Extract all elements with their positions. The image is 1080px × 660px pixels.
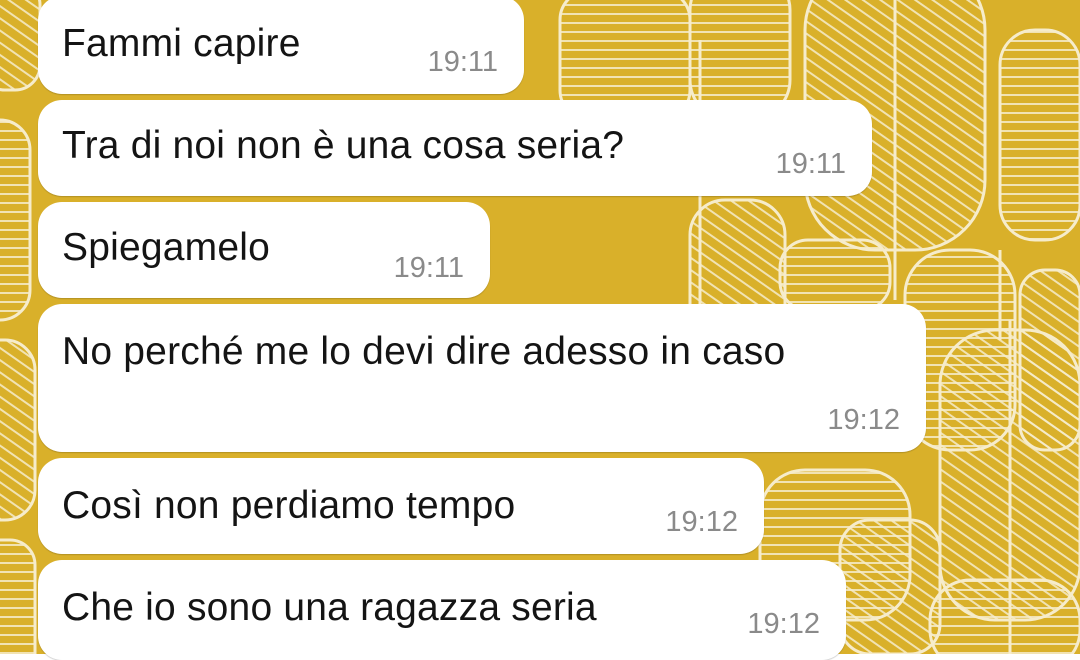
message-timestamp: 19:12: [665, 506, 738, 538]
message-text: Tra di noi non è una cosa seria?: [62, 124, 625, 167]
message-timestamp: 19:11: [393, 252, 464, 284]
message-timestamp: 19:11: [775, 148, 846, 180]
message-bubble[interactable]: Spiegamelo 19:11: [38, 202, 490, 298]
message-text: Che io sono una ragazza seria: [62, 586, 597, 629]
message-text: No perché me lo devi dire adesso in caso: [62, 330, 786, 373]
message-text: Fammi capire: [62, 22, 301, 65]
message-timestamp: 19:12: [747, 608, 820, 640]
message-text: Spiegamelo: [62, 226, 270, 269]
message-bubble[interactable]: Così non perdiamo tempo 19:12: [38, 458, 764, 554]
message-text: Così non perdiamo tempo: [62, 484, 516, 527]
message-timestamp: 19:12: [827, 404, 900, 436]
message-bubble[interactable]: No perché me lo devi dire adesso in caso…: [38, 304, 926, 452]
message-bubble[interactable]: Che io sono una ragazza seria 19:12: [38, 560, 846, 660]
message-timestamp: 19:11: [427, 46, 498, 78]
message-bubble[interactable]: Tra di noi non è una cosa seria? 19:11: [38, 100, 872, 196]
message-bubble[interactable]: Fammi capire 19:11: [38, 0, 524, 94]
